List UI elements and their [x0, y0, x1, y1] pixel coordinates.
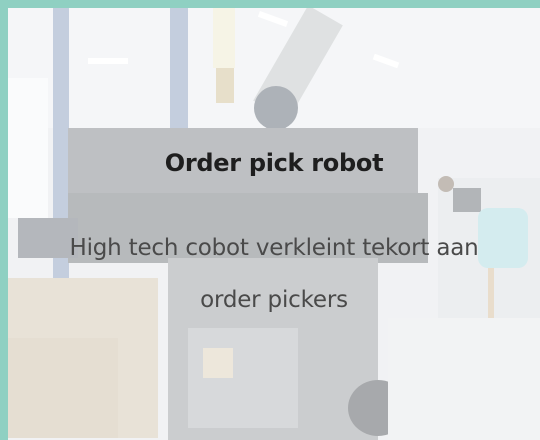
news-card[interactable]: Order pick robot High tech cobot verklei… — [8, 8, 540, 440]
card-title[interactable]: Order pick robot — [8, 149, 540, 177]
card-subtitle: High tech cobot verkleint tekort aan ord… — [69, 235, 479, 313]
